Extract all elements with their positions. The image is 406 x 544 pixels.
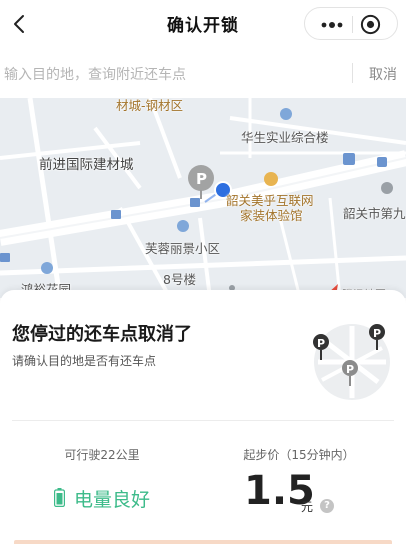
map-label-shaoguan9: 韶关市第九: [343, 206, 406, 221]
svg-text:P: P: [317, 337, 325, 350]
action-button-edge[interactable]: [14, 540, 392, 544]
svg-text:P: P: [346, 363, 354, 376]
search-divider: [352, 63, 353, 83]
cancel-button[interactable]: 取消: [369, 64, 397, 84]
svg-text:P: P: [196, 170, 207, 188]
map-label-furong: 芙蓉丽景小区: [145, 241, 221, 256]
map-roads: P: [0, 98, 406, 298]
map-label-meihu-2: 家装体验馆: [240, 208, 303, 223]
map-label-material-city: 材城-钢材区: [116, 98, 184, 113]
search-bar: 输入目的地，查询附近还车点 取消: [0, 48, 406, 98]
more-icon[interactable]: [321, 22, 343, 28]
mini-program-capsule: [304, 7, 398, 40]
svg-text:P: P: [373, 327, 381, 340]
capsule-divider: [352, 16, 353, 33]
return-info-card: 您停过的还车点取消了 请确认目的地是否有还车点 P P P 可行驶22公里 起步…: [0, 290, 406, 544]
card-divider: [12, 420, 394, 421]
map-label-huasheng: 华生实业综合楼: [241, 130, 329, 145]
map-view[interactable]: P 材城-钢材区 华生实业综合楼 前进国际建材城 韶关美乎互联网 家装体验馆 韶…: [0, 98, 406, 298]
map-label-bld8: 8号楼: [163, 272, 196, 287]
range-label: 可行驶22公里: [64, 448, 140, 462]
price-help-icon[interactable]: ?: [320, 499, 334, 513]
card-headline: 您停过的还车点取消了: [12, 324, 192, 345]
search-input[interactable]: 输入目的地，查询附近还车点: [4, 64, 186, 84]
battery-status-text: 电量良好: [74, 489, 151, 511]
nav-bar: 确认开锁: [0, 0, 406, 48]
parking-spots-illustration-icon: P P P: [313, 324, 390, 400]
price-unit: 元: [301, 500, 314, 514]
card-subtitle: 请确认目的地是否有还车点: [12, 354, 157, 368]
start-price-label: 起步价（15分钟内）: [243, 448, 355, 462]
close-miniprogram-icon[interactable]: [360, 14, 381, 35]
map-label-qianjin: 前进国际建材城: [39, 157, 134, 173]
battery-icon: [54, 488, 65, 507]
map-label-meihu-1: 韶关美乎互联网: [226, 193, 314, 208]
